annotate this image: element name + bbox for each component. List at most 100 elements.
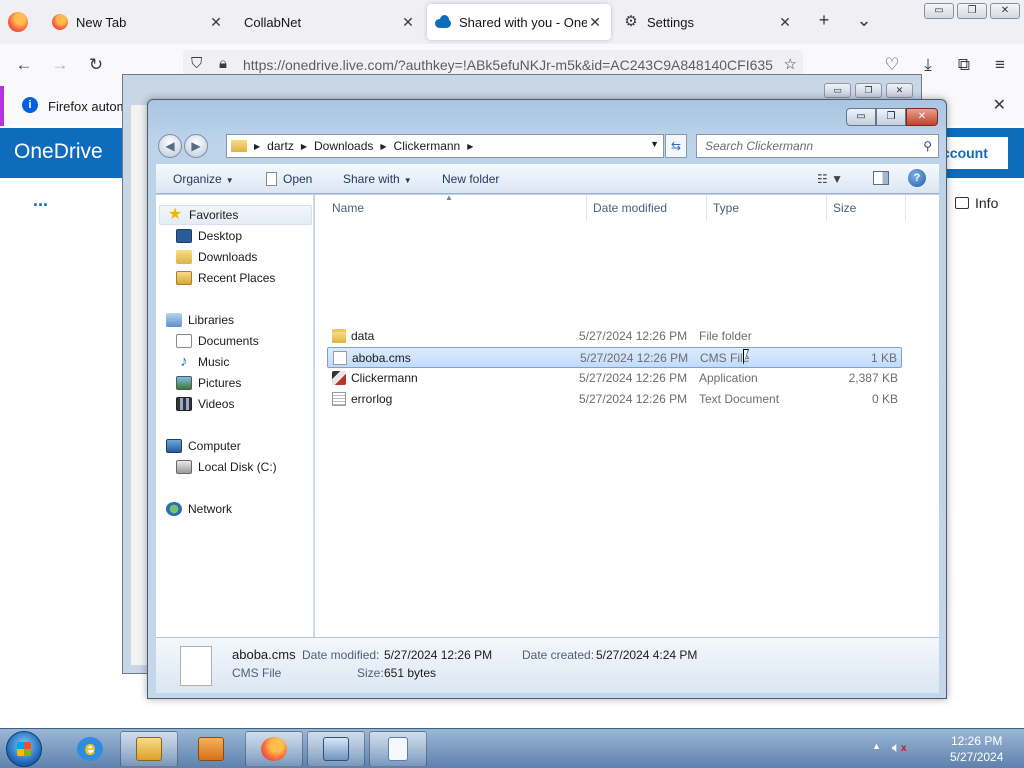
forward-arrow-icon[interactable]: → <box>48 54 72 76</box>
back-button[interactable]: ◀ <box>158 134 182 158</box>
search-icon[interactable]: ⚲ <box>923 139 932 153</box>
clock[interactable]: 12:26 PM 5/27/2024 <box>950 733 1003 765</box>
show-hidden-icons-icon[interactable]: ▲ <box>872 741 881 751</box>
close-button[interactable]: ✕ <box>906 108 938 126</box>
refresh-button[interactable]: ⇆ <box>665 134 687 158</box>
close-icon[interactable]: ✕ <box>777 14 793 31</box>
url-text[interactable]: https://onedrive.live.com/?authkey=!ABk5… <box>243 57 773 73</box>
taskbar-media-player[interactable] <box>182 731 240 767</box>
column-divider[interactable] <box>905 195 906 221</box>
column-divider[interactable] <box>826 195 827 221</box>
tab-settings[interactable]: ⚙ Settings ✕ <box>615 4 801 40</box>
column-header-type[interactable]: Type <box>713 201 739 215</box>
forward-button[interactable]: ▶ <box>184 134 208 158</box>
help-icon[interactable]: ? <box>908 169 926 187</box>
extensions-icon[interactable]: ⧉ <box>952 54 976 76</box>
start-button[interactable] <box>6 731 42 767</box>
nav-music[interactable]: ♪ Music <box>176 352 229 372</box>
maximize-button[interactable]: ❐ <box>876 108 906 126</box>
close-button[interactable]: ✕ <box>990 3 1020 19</box>
organize-button[interactable]: Organize ▼ <box>173 172 234 186</box>
breadcrumb-clickermann[interactable]: Clickermann <box>390 139 465 153</box>
reload-icon[interactable]: ↻ <box>84 54 108 76</box>
nav-favorites[interactable]: ★ Favorites <box>159 205 312 225</box>
column-header-name[interactable]: Name <box>332 201 364 215</box>
volume-muted-icon[interactable]: 🔈︎ <box>892 739 907 756</box>
nav-libraries[interactable]: Libraries <box>166 310 234 330</box>
nav-network[interactable]: Network <box>166 499 232 519</box>
new-folder-button[interactable]: New folder <box>442 172 499 186</box>
search-input[interactable]: Search Clickermann ⚲ <box>696 134 939 158</box>
breadcrumb-downloads[interactable]: Downloads <box>310 139 377 153</box>
nav-label: Favorites <box>189 208 239 222</box>
menu-hamburger-icon[interactable]: ≡ <box>988 54 1012 76</box>
column-divider[interactable] <box>586 195 587 221</box>
more-options-button[interactable]: ... <box>33 190 48 211</box>
preview-pane-icon[interactable] <box>873 171 889 185</box>
file-row-clickermann[interactable]: Clickermann 5/27/2024 12:26 PM Applicati… <box>327 368 902 389</box>
taskbar-internet-explorer[interactable]: e <box>61 731 119 767</box>
onedrive-brand[interactable]: OneDrive <box>14 140 103 164</box>
chevron-down-icon[interactable]: ▼ <box>650 139 659 149</box>
breadcrumb-dartz[interactable]: dartz <box>263 139 298 153</box>
taskbar-control-panel[interactable] <box>307 731 365 767</box>
document-icon <box>388 737 408 761</box>
nav-recent-places[interactable]: Recent Places <box>176 268 275 288</box>
column-divider[interactable] <box>706 195 707 221</box>
change-view-icon[interactable]: ☷ ▼ <box>817 172 843 186</box>
minimize-button[interactable]: ▭ <box>846 108 876 126</box>
tab-label: CollabNet <box>244 14 302 30</box>
pocket-icon[interactable]: ♡ <box>880 54 904 76</box>
minimize-button[interactable]: ▭ <box>824 83 851 98</box>
close-icon[interactable]: ✕ <box>208 14 224 31</box>
chevron-right-icon[interactable]: ▶ <box>464 142 476 151</box>
open-button[interactable]: Open <box>266 172 312 186</box>
tab-collabnet[interactable]: CollabNet ✕ <box>236 4 424 40</box>
back-arrow-icon[interactable]: ← <box>12 54 36 76</box>
taskbar-document[interactable] <box>369 731 427 767</box>
taskbar-windows-explorer[interactable] <box>120 731 178 767</box>
info-button[interactable]: Info <box>955 195 998 211</box>
nav-computer[interactable]: Computer <box>166 436 241 456</box>
taskbar-firefox[interactable] <box>245 731 303 767</box>
tab-shared-with-you[interactable]: Shared with you - OneDrive ✕ <box>427 4 611 40</box>
file-icon <box>333 351 347 365</box>
column-header-date-modified[interactable]: Date modified <box>593 201 667 215</box>
nav-downloads[interactable]: Downloads <box>176 247 257 267</box>
close-button[interactable]: ✕ <box>886 83 913 98</box>
file-row-data[interactable]: data 5/27/2024 12:26 PM File folder <box>327 326 902 347</box>
tab-new-tab[interactable]: New Tab ✕ <box>44 4 232 40</box>
minimize-button[interactable]: ▭ <box>924 3 954 19</box>
address-bar[interactable]: ▶ dartz ▶ Downloads ▶ Clickermann ▶ ▼ <box>226 134 664 158</box>
nav-videos[interactable]: Videos <box>176 394 234 414</box>
tab-label: Shared with you - OneDrive <box>459 14 587 30</box>
new-tab-plus-icon[interactable]: + <box>812 10 836 31</box>
shield-icon[interactable]: ⛉ <box>191 55 202 72</box>
nav-pictures[interactable]: Pictures <box>176 373 241 393</box>
restore-button[interactable]: ❐ <box>957 3 987 19</box>
file-row-aboba-cms[interactable]: aboba.cms 5/27/2024 12:26 PM CMS File 1 … <box>327 347 902 368</box>
close-icon[interactable]: ✕ <box>993 95 1006 115</box>
close-icon[interactable]: ✕ <box>400 14 416 31</box>
chevron-right-icon[interactable]: ▶ <box>298 142 310 151</box>
chevron-right-icon[interactable]: ▶ <box>251 142 263 151</box>
downloads-icon[interactable]: ⤓ <box>916 54 940 76</box>
column-label: Name <box>332 201 365 215</box>
computer-icon <box>166 439 182 453</box>
libraries-icon <box>166 313 182 327</box>
file-row-errorlog[interactable]: errorlog 5/27/2024 12:26 PM Text Documen… <box>327 389 902 410</box>
lock-icon[interactable]: 🔒︎ <box>219 55 227 72</box>
bookmark-star-icon[interactable]: ☆ <box>784 55 797 73</box>
maximize-button[interactable]: ❐ <box>855 83 882 98</box>
share-with-button[interactable]: Share with ▼ <box>343 172 412 186</box>
nav-desktop[interactable]: Desktop <box>176 226 242 246</box>
column-header-size[interactable]: Size <box>833 201 856 215</box>
list-all-tabs-chevron-icon[interactable]: ⌄ <box>852 10 876 31</box>
file-type: Application <box>699 371 758 385</box>
chevron-right-icon[interactable]: ▶ <box>377 142 389 151</box>
firefox-menu-icon[interactable] <box>8 12 28 32</box>
close-icon[interactable]: ✕ <box>587 14 603 31</box>
nav-local-disk[interactable]: Local Disk (C:) <box>176 457 277 477</box>
account-button[interactable]: ccount <box>940 137 1008 169</box>
nav-documents[interactable]: Documents <box>176 331 259 351</box>
